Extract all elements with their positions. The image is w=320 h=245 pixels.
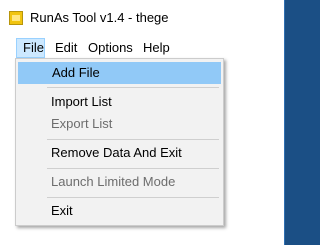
window-title: RunAs Tool v1.4 - thege bbox=[30, 10, 169, 25]
menu-file[interactable]: File bbox=[16, 38, 45, 58]
menu-separator bbox=[47, 87, 219, 88]
menu-item-add-file[interactable]: Add File bbox=[18, 62, 221, 84]
menu-bar: File Edit Options Help bbox=[0, 38, 284, 58]
menu-item-remove-data-and-exit[interactable]: Remove Data And Exit bbox=[18, 142, 221, 164]
menu-item-launch-limited-mode: Launch Limited Mode bbox=[51, 174, 176, 189]
menu-item-import-list[interactable]: Import List bbox=[18, 91, 221, 113]
menu-separator bbox=[47, 139, 219, 140]
app-icon bbox=[9, 11, 23, 25]
menu-separator bbox=[47, 168, 219, 169]
file-menu-dropdown: Add File Import List Export List Remove … bbox=[15, 58, 224, 226]
menu-item-export-list: Export List bbox=[51, 116, 113, 131]
menu-separator bbox=[47, 197, 219, 198]
menu-options[interactable]: Options bbox=[82, 38, 139, 58]
menu-help[interactable]: Help bbox=[137, 38, 176, 58]
title-bar[interactable]: RunAs Tool v1.4 - thege bbox=[0, 0, 284, 38]
menu-edit[interactable]: Edit bbox=[49, 38, 83, 58]
menu-item-exit[interactable]: Exit bbox=[18, 200, 221, 222]
